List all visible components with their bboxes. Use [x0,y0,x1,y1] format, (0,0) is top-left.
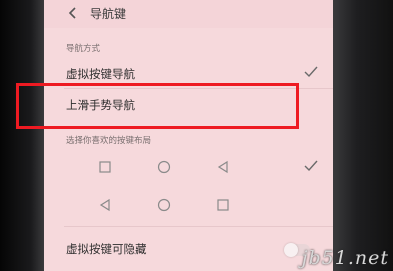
back-arrow-icon[interactable] [66,6,80,20]
option-virtual-keys-label: 虚拟按键导航 [66,67,135,81]
divider [64,226,335,227]
circle-icon [157,198,171,212]
toggle-knob [284,243,298,257]
watermark: jb51.net [301,247,389,269]
hide-keys-label: 虚拟按键可隐藏 [66,242,147,256]
square-icon [99,161,111,173]
header: 导航键 [44,0,335,28]
check-icon [304,66,318,78]
phone-frame-right [333,0,393,271]
section-label-layout: 选择你喜欢的按键布局 [66,136,152,146]
circle-icon [157,160,171,174]
check-icon [304,160,318,172]
settings-screen: 导航键 导航方式 虚拟按键导航 上滑手势导航 选择你喜欢的按键布局 虚拟按键可隐… [44,0,335,271]
section-label-nav-method: 导航方式 [66,44,101,54]
phone-frame-left [0,0,44,271]
highlight-box [16,83,299,129]
triangle-icon [99,198,110,212]
triangle-icon [217,160,228,174]
page-title: 导航键 [90,7,127,21]
square-icon [217,199,229,211]
